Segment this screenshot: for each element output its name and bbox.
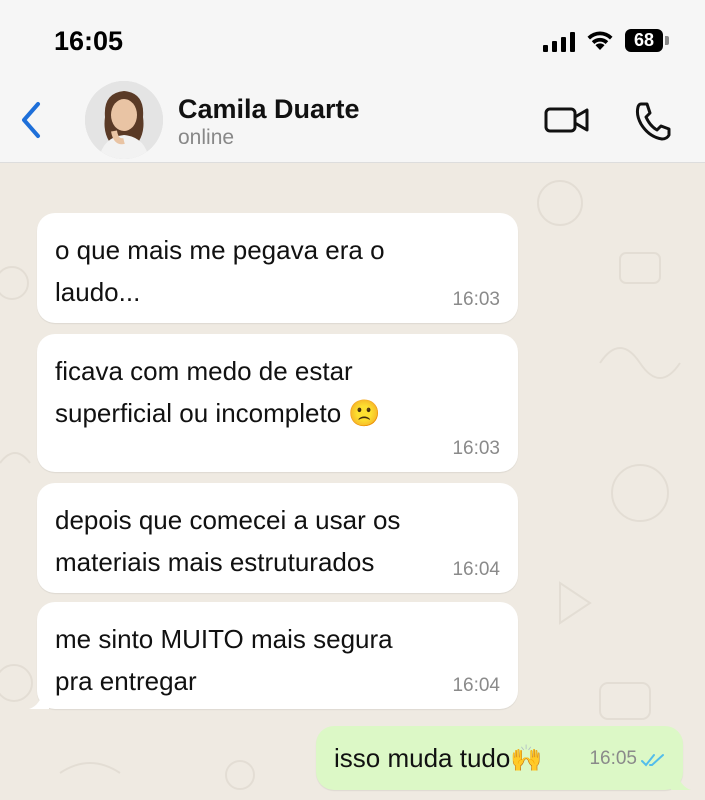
chat-area[interactable]: o que mais me pegava era o laudo... 16:03…: [0, 163, 705, 800]
incoming-message[interactable]: depois que comecei a usar os materiais m…: [37, 483, 518, 593]
incoming-message[interactable]: ficava com medo de estar superficial ou …: [37, 334, 518, 472]
message-time: 16:04: [452, 675, 500, 696]
contact-name[interactable]: Camila Duarte: [178, 94, 360, 125]
incoming-message[interactable]: o que mais me pegava era o laudo... 16:03: [37, 213, 518, 323]
video-call-icon[interactable]: [543, 102, 591, 138]
message-text: ficava com medo de estar superficial ou …: [55, 356, 381, 428]
bubble-tail: [29, 689, 49, 709]
back-chevron-icon[interactable]: [16, 98, 48, 142]
message-time: 16:05: [589, 748, 637, 769]
message-text: me sinto MUITO mais segura pra entregar: [55, 624, 393, 696]
incoming-message[interactable]: me sinto MUITO mais segura pra entregar 1…: [29, 602, 518, 709]
message-text: isso muda tudo🙌: [334, 743, 543, 773]
avatar[interactable]: [85, 81, 163, 159]
outgoing-message[interactable]: isso muda tudo🙌 16:05: [316, 726, 691, 790]
message-time: 16:03: [452, 289, 500, 310]
message-text: depois que comecei a usar os materiais m…: [55, 505, 401, 577]
message-text: o que mais me pegava era o laudo...: [55, 235, 385, 307]
battery-level: 68: [625, 29, 663, 52]
wifi-icon: [587, 31, 613, 50]
bubble-tail: [671, 770, 691, 790]
phone-call-icon[interactable]: [632, 98, 672, 142]
status-time: 16:05: [54, 26, 124, 56]
battery-icon: 68: [625, 29, 671, 52]
message-time: 16:04: [452, 559, 500, 580]
message-time: 16:03: [452, 438, 500, 459]
chat-header: Camila Duarte online: [0, 80, 705, 163]
read-receipt-icon: [641, 754, 664, 767]
contact-status: online: [178, 126, 235, 149]
cellular-signal-icon: [543, 32, 575, 52]
status-bar: 16:05 68: [0, 0, 705, 80]
